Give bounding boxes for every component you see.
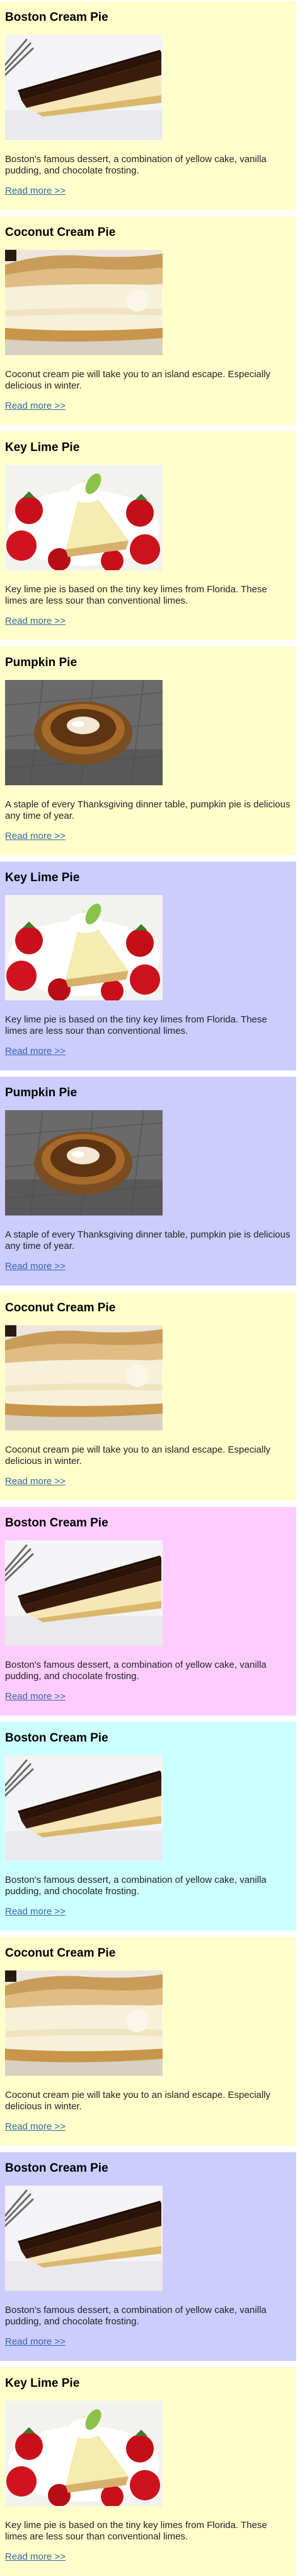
boston-pie-photo xyxy=(5,35,163,140)
coconut-pie-photo xyxy=(5,1325,163,1431)
card-description: Key lime pie is based on the tiny key li… xyxy=(5,584,267,606)
pie-card-coconut: Coconut Cream Pie Coconut cream pie will… xyxy=(0,1292,296,1501)
pie-card-pumpkin: Pumpkin Pie A staple of every Thanksgivi… xyxy=(0,1077,296,1285)
pie-card-coconut: Coconut Cream Pie Coconut cream pie will… xyxy=(0,1937,296,2146)
read-more-link[interactable]: Read more >> xyxy=(5,2336,66,2347)
keylime-pie-photo xyxy=(5,895,163,1000)
card-title: Coconut Cream Pie xyxy=(5,1301,116,1314)
read-more-link[interactable]: Read more >> xyxy=(5,2121,66,2132)
card-title: Coconut Cream Pie xyxy=(5,226,116,239)
read-more-link[interactable]: Read more >> xyxy=(5,1906,66,1917)
card-title: Pumpkin Pie xyxy=(5,656,78,669)
card-title: Boston Cream Pie xyxy=(5,1516,108,1530)
read-more-link[interactable]: Read more >> xyxy=(5,2551,66,2562)
pie-card-boston: Boston Cream Pie Boston's famous dessert… xyxy=(0,2152,296,2361)
card-title: Boston Cream Pie xyxy=(5,2162,108,2175)
card-description: Coconut cream pie will take you to an is… xyxy=(5,2090,271,2112)
read-more-link[interactable]: Read more >> xyxy=(5,1476,66,1487)
card-description: A staple of every Thanksgiving dinner ta… xyxy=(5,799,291,821)
read-more-link[interactable]: Read more >> xyxy=(5,616,66,626)
read-more-link[interactable]: Read more >> xyxy=(5,1261,66,1272)
boston-pie-photo xyxy=(5,2186,163,2291)
pumpkin-pie-photo xyxy=(5,680,163,785)
card-title: Coconut Cream Pie xyxy=(5,1947,116,1960)
read-more-link[interactable]: Read more >> xyxy=(5,1691,66,1702)
card-description: Coconut cream pie will take you to an is… xyxy=(5,1444,271,1467)
read-more-link[interactable]: Read more >> xyxy=(5,185,66,196)
pie-card-keylime: Key Lime Pie Key lime pie is based on th… xyxy=(0,862,296,1070)
pie-card-boston: Boston Cream Pie Boston's famous dessert… xyxy=(0,1722,296,1931)
pie-card-boston: Boston Cream Pie Boston's famous dessert… xyxy=(0,1,296,210)
coconut-pie-photo xyxy=(5,250,163,355)
card-title: Boston Cream Pie xyxy=(5,11,108,24)
card-description: Key lime pie is based on the tiny key li… xyxy=(5,1014,267,1036)
pie-card-feed: Boston Cream Pie Boston's famous dessert… xyxy=(0,0,300,2576)
card-title: Key Lime Pie xyxy=(5,2377,80,2390)
read-more-link[interactable]: Read more >> xyxy=(5,401,66,411)
card-title: Key Lime Pie xyxy=(5,441,80,454)
keylime-pie-photo xyxy=(5,2401,163,2506)
pie-card-keylime: Key Lime Pie Key lime pie is based on th… xyxy=(0,431,296,640)
boston-pie-photo xyxy=(5,1755,163,1861)
boston-pie-photo xyxy=(5,1540,163,1646)
card-description: Boston's famous dessert, a combination o… xyxy=(5,1875,267,1897)
card-description: Coconut cream pie will take you to an is… xyxy=(5,369,271,391)
keylime-pie-photo xyxy=(5,465,163,570)
pumpkin-pie-photo xyxy=(5,1110,163,1215)
read-more-link[interactable]: Read more >> xyxy=(5,1046,66,1057)
card-title: Key Lime Pie xyxy=(5,871,80,884)
pie-card-pumpkin: Pumpkin Pie A staple of every Thanksgivi… xyxy=(0,647,296,855)
read-more-link[interactable]: Read more >> xyxy=(5,831,66,841)
pie-card-keylime: Key Lime Pie Key lime pie is based on th… xyxy=(0,2367,296,2576)
card-title: Boston Cream Pie xyxy=(5,1731,108,1745)
card-description: Boston's famous dessert, a combination o… xyxy=(5,154,267,176)
pie-card-boston: Boston Cream Pie Boston's famous dessert… xyxy=(0,1507,296,1716)
card-description: Boston's famous dessert, a combination o… xyxy=(5,2305,267,2327)
coconut-pie-photo xyxy=(5,1970,163,2076)
card-description: Key lime pie is based on the tiny key li… xyxy=(5,2520,267,2542)
card-description: A staple of every Thanksgiving dinner ta… xyxy=(5,1229,291,1251)
pie-card-coconut: Coconut Cream Pie Coconut cream pie will… xyxy=(0,216,296,425)
card-title: Pumpkin Pie xyxy=(5,1086,78,1099)
card-description: Boston's famous dessert, a combination o… xyxy=(5,1660,267,1682)
